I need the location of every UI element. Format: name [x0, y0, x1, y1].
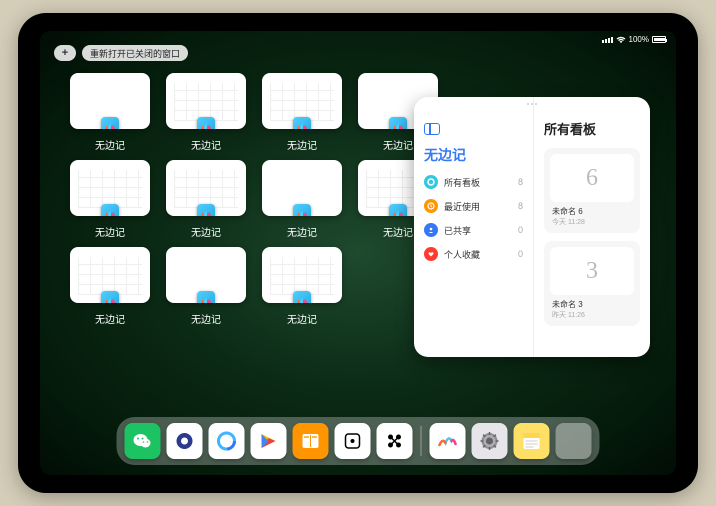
- top-controls: + 重新打开已关闭的窗口: [54, 45, 188, 61]
- window-label: 无边记: [70, 224, 150, 239]
- battery-percent: 100%: [629, 35, 649, 44]
- sidebar-item-label: 已共享: [444, 224, 512, 237]
- quark-app-icon[interactable]: [167, 423, 203, 459]
- ipad-frame: 100% + 重新打开已关闭的窗口 无边记无边记无边记无边记无边记无边记无边记无…: [18, 13, 698, 493]
- window-tile[interactable]: 无边记: [70, 73, 150, 152]
- freeform-app-icon: [197, 117, 215, 129]
- freeform-app-icon: [101, 291, 119, 303]
- dice-app-icon[interactable]: [335, 423, 371, 459]
- board-thumbnail: 3: [550, 247, 634, 295]
- window-thumbnail: [262, 73, 342, 129]
- board-card[interactable]: 3 未命名 3 昨天 11:26: [544, 241, 640, 326]
- window-label: 无边记: [166, 224, 246, 239]
- panel-sidebar: 无边记 所有看板 8 最近使用 8 已共享 0 个人收藏 0: [414, 97, 534, 357]
- dock-folder[interactable]: [556, 423, 592, 459]
- wifi-icon: [616, 36, 626, 44]
- freeform-app-icon[interactable]: [430, 423, 466, 459]
- window-label: 无边记: [70, 311, 150, 326]
- freeform-app-icon: [293, 204, 311, 216]
- sidebar-item-count: 0: [518, 225, 523, 235]
- signal-icon: [602, 37, 613, 43]
- status-bar: 100%: [602, 35, 666, 44]
- window-tile[interactable]: 无边记: [70, 247, 150, 326]
- window-thumbnail: [166, 247, 246, 303]
- freeform-app-icon: [197, 204, 215, 216]
- window-label: 无边记: [70, 137, 150, 152]
- board-card[interactable]: 6 未命名 6 今天 11:28: [544, 148, 640, 233]
- window-label: 无边记: [166, 137, 246, 152]
- sidebar-item[interactable]: 所有看板 8: [424, 175, 523, 189]
- connect-app-icon[interactable]: [377, 423, 413, 459]
- settings-app-icon[interactable]: [472, 423, 508, 459]
- ipad-screen: 100% + 重新打开已关闭的窗口 无边记无边记无边记无边记无边记无边记无边记无…: [40, 31, 676, 475]
- window-label: 无边记: [262, 311, 342, 326]
- window-thumbnail: [70, 247, 150, 303]
- sidebar-item-count: 8: [518, 201, 523, 211]
- board-time: 今天 11:28: [552, 217, 632, 227]
- freeform-app-icon: [389, 117, 407, 129]
- window-thumbnail: [262, 160, 342, 216]
- window-thumbnail: [166, 160, 246, 216]
- sidebar-item-label: 个人收藏: [444, 248, 512, 261]
- notes-app-icon[interactable]: [514, 423, 550, 459]
- window-tile[interactable]: 无边记: [70, 160, 150, 239]
- board-thumbnail: 6: [550, 154, 634, 202]
- window-grid: 无边记无边记无边记无边记无边记无边记无边记无边记无边记无边记无边记: [70, 73, 440, 326]
- window-tile[interactable]: 无边记: [166, 247, 246, 326]
- sidebar-toggle-icon[interactable]: [424, 123, 440, 135]
- freeform-app-icon: [293, 291, 311, 303]
- heart-icon: [424, 247, 438, 261]
- window-tile[interactable]: 无边记: [166, 160, 246, 239]
- sidebar-item[interactable]: 已共享 0: [424, 223, 523, 237]
- sidebar-item-count: 0: [518, 249, 523, 259]
- freeform-app-icon: [101, 117, 119, 129]
- window-tile[interactable]: 无边记: [262, 73, 342, 152]
- qq-browser-app-icon[interactable]: [209, 423, 245, 459]
- battery-icon: [652, 36, 666, 43]
- window-tile[interactable]: 无边记: [262, 160, 342, 239]
- window-thumbnail: [70, 160, 150, 216]
- panel-handle-icon: [527, 103, 537, 105]
- play-app-icon[interactable]: [251, 423, 287, 459]
- new-window-button[interactable]: +: [54, 45, 76, 61]
- board-name: 未命名 3: [552, 299, 632, 310]
- window-tile[interactable]: 无边记: [262, 247, 342, 326]
- sidebar-item[interactable]: 最近使用 8: [424, 199, 523, 213]
- window-thumbnail: [262, 247, 342, 303]
- circle-icon: [424, 175, 438, 189]
- window-label: 无边记: [262, 137, 342, 152]
- freeform-app-icon: [389, 204, 407, 216]
- sidebar-item-label: 所有看板: [444, 176, 512, 189]
- panel-sidebar-title: 无边记: [424, 145, 523, 165]
- panel-main: 所有看板 6 未命名 6 今天 11:28 3 未命名 3 昨天 11:26: [534, 97, 650, 357]
- books-app-icon[interactable]: [293, 423, 329, 459]
- freeform-panel[interactable]: 无边记 所有看板 8 最近使用 8 已共享 0 个人收藏 0 所有看板 6 未命…: [414, 97, 650, 357]
- sidebar-item-count: 8: [518, 177, 523, 187]
- board-time: 昨天 11:26: [552, 310, 632, 320]
- clock-icon: [424, 199, 438, 213]
- board-meta: 未命名 6 今天 11:28: [550, 202, 634, 227]
- window-tile[interactable]: 无边记: [166, 73, 246, 152]
- window-thumbnail: [70, 73, 150, 129]
- sidebar-item[interactable]: 个人收藏 0: [424, 247, 523, 261]
- window-label: 无边记: [166, 311, 246, 326]
- board-meta: 未命名 3 昨天 11:26: [550, 295, 634, 320]
- person-icon: [424, 223, 438, 237]
- freeform-app-icon: [293, 117, 311, 129]
- panel-main-title: 所有看板: [544, 119, 640, 138]
- board-name: 未命名 6: [552, 206, 632, 217]
- sidebar-item-label: 最近使用: [444, 200, 512, 213]
- reopen-closed-button[interactable]: 重新打开已关闭的窗口: [82, 45, 188, 61]
- freeform-app-icon: [197, 291, 215, 303]
- window-label: 无边记: [262, 224, 342, 239]
- wechat-app-icon[interactable]: [125, 423, 161, 459]
- dock: [117, 417, 600, 465]
- window-thumbnail: [166, 73, 246, 129]
- freeform-app-icon: [101, 204, 119, 216]
- dock-separator: [421, 426, 422, 456]
